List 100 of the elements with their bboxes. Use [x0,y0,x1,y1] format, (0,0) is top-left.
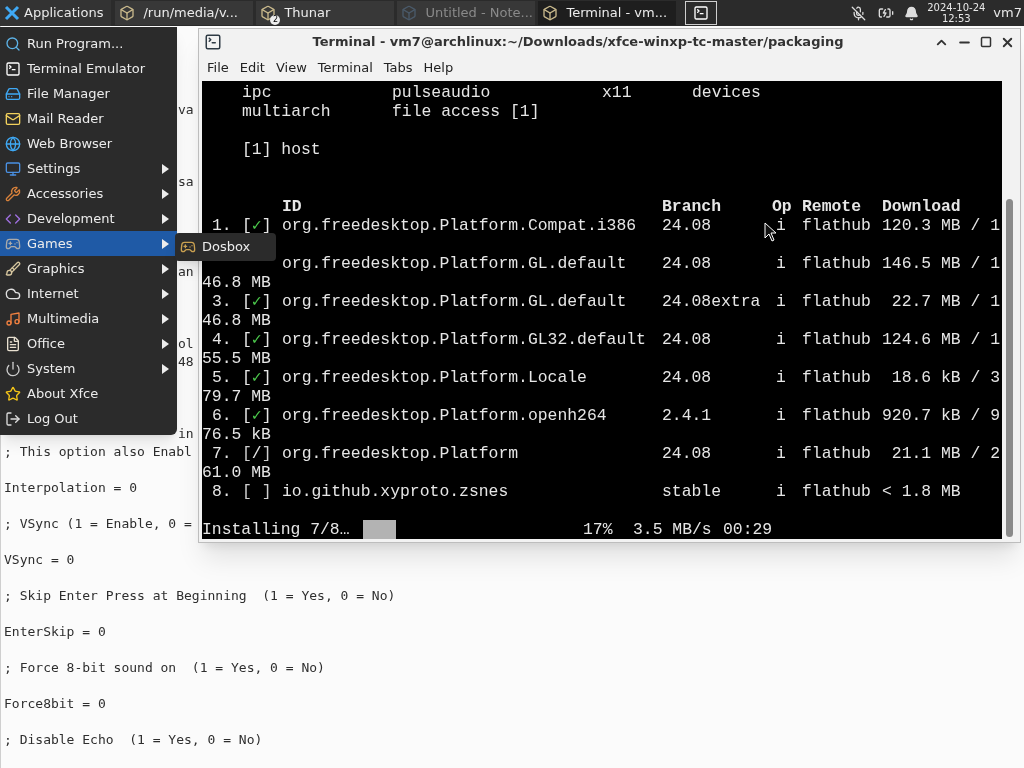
operation: i [776,330,786,349]
progress-label: Installing 7/8… [202,520,351,539]
download-size: 61.0 MB [202,463,271,482]
menu-item[interactable]: Log Out [0,406,177,431]
menu-item[interactable]: Development [0,206,177,231]
row-number: 8. [212,482,232,501]
ref-id: org.freedesktop.Platform.Compat.i386 [282,216,637,235]
taskbar-task-button[interactable]: Terminal - vm... [538,1,677,25]
progress-percent: 17% [583,520,614,539]
editor-line: Force8bit = 0 [4,695,106,713]
terminal-text: devices [692,83,761,102]
menu-item[interactable]: File Manager [0,81,177,106]
operation: i [776,254,786,273]
taskbar-task-button[interactable]: 2 Thunar [256,1,395,25]
column-header: Remote [802,197,863,216]
editor-line: ; Force 8-bit sound on (1 = Yes, 0 = No) [4,659,325,677]
menu-bar-item[interactable]: Edit [235,58,269,78]
operation: i [776,216,786,235]
row-number: 1. [212,216,232,235]
terminal-icon [693,5,710,21]
download-size: 76.5 kB [202,425,271,444]
menu-bar-item[interactable]: Tabs [379,58,417,78]
remote: flathub [802,216,871,235]
editor-line: sa [178,173,194,191]
remote: flathub [802,368,871,387]
terminal-icon [5,60,21,77]
remote: flathub [802,482,871,501]
menu-item[interactable]: Multimedia [0,306,177,331]
taskbar-task-button[interactable]: /run/media/v... [115,1,254,25]
terminal-icon [204,33,222,51]
applications-menu-button[interactable]: Applications [0,0,112,26]
ref-id: io.github.xyproto.zsnes [282,482,509,501]
application-icon [119,5,136,21]
editor-line: an [178,263,194,281]
notification-bell-icon[interactable] [904,5,920,21]
document-icon [5,335,21,352]
wrench-icon [5,185,21,202]
remote: flathub [802,330,871,349]
column-header: Op [772,197,793,216]
menu-item[interactable]: Terminal Emulator [0,56,177,81]
user-name[interactable]: vm7 [993,3,1024,23]
column-header: Branch [662,197,723,216]
editor-line: va [178,101,194,119]
clock-time[interactable]: 12:53 [941,13,971,24]
window-count-badge: 2 [270,15,281,25]
row-number: 6. [212,406,232,425]
terminal-text: pulseaudio [392,83,492,102]
download-size: 79.7 MB [202,387,271,406]
menu-item[interactable]: Mail Reader [0,106,177,131]
remote: flathub [802,292,871,311]
menu-item[interactable]: System [0,356,177,381]
microphone-muted-icon[interactable] [851,5,867,21]
mail-icon [5,110,21,127]
terminal-launcher-button[interactable] [685,1,718,25]
menu-item[interactable]: About Xfce [0,381,177,406]
maximize-icon[interactable] [980,36,992,48]
logout-icon [5,410,21,427]
menu-bar-item[interactable]: Terminal [313,58,377,78]
menu-item[interactable]: Settings [0,156,177,181]
menu-item[interactable]: Office [0,331,177,356]
branch: 24.08 [662,368,712,387]
menu-bar-item[interactable]: Help [419,58,458,78]
terminal-text: x11 [602,83,633,102]
clock-date[interactable]: 2024-10-24 [927,2,986,13]
download-size: 920.7 kB / 9 [882,406,1001,425]
download-size: 146.5 MB / 1 [882,254,1001,273]
menu-item[interactable]: Games [0,231,177,256]
globe-icon [5,135,21,152]
row-number: 5. [212,368,232,387]
submenu-item[interactable]: Dosbox [175,235,276,259]
branch: 24.08extra [662,292,761,311]
menu-bar-item[interactable]: View [271,58,311,78]
download-size: 22.7 MB / 1 [890,292,1001,311]
search-icon [5,35,21,52]
download-speed: 3.5 MB/s [633,520,713,539]
operation: i [776,406,786,425]
menu-item[interactable]: Run Program... [0,31,177,56]
ref-id: org.freedesktop.Platform [282,444,519,463]
download-size: 21.1 MB / 2 [890,444,1001,463]
row-number: 3. [212,292,232,311]
operation: i [776,482,786,501]
branch: 2.4.1 [662,406,712,425]
power-icon [5,360,21,377]
menu-bar-item[interactable]: File [203,58,233,78]
brush-icon [5,260,21,277]
gamepad-icon [180,239,196,255]
operation: i [776,368,786,387]
download-size: 124.6 MB / 1 [882,330,1001,349]
download-size: 46.8 MB [202,273,271,292]
battery-icon[interactable] [878,5,895,21]
menu-item[interactable]: Graphics [0,256,177,281]
application-icon [401,5,418,21]
editor-line: VSync = 0 [4,551,75,569]
branch: 24.08 [662,444,712,463]
menu-item[interactable]: Accessories [0,181,177,206]
mouse-pointer-icon [764,222,777,242]
download-size: < 1.8 MB [882,482,961,501]
menu-item[interactable]: Web Browser [0,131,177,156]
editor-line: EnterSkip = 0 [4,623,106,641]
menu-item[interactable]: Internet [0,281,177,306]
